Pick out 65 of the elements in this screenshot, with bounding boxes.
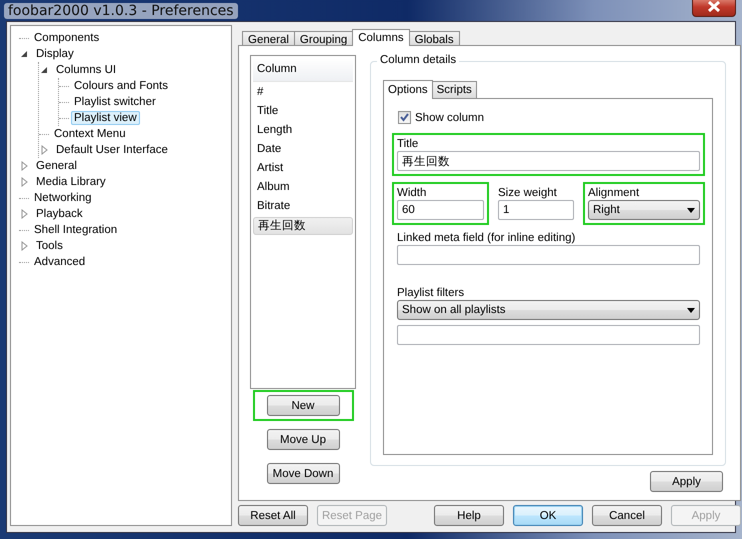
tree-item[interactable]: Context Menu (51, 127, 129, 141)
field-label: Title (397, 138, 420, 150)
expand-arrow-icon[interactable] (19, 161, 29, 171)
list-item[interactable]: 再生回数 (253, 217, 353, 235)
tab[interactable]: Options (383, 80, 433, 99)
tree-item[interactable]: General (33, 159, 80, 173)
group-title: Column details (377, 54, 460, 66)
tree-item[interactable]: Default User Interface (53, 143, 171, 157)
tree-item[interactable]: Networking (31, 191, 95, 205)
tree-item[interactable]: Playback (33, 207, 86, 221)
list-item[interactable]: Artist (253, 160, 353, 177)
checkbox-label: Show column (415, 112, 484, 124)
list-button[interactable]: New (266, 395, 340, 416)
tree-item[interactable]: Display (33, 47, 77, 61)
tree-item[interactable]: Colours and Fonts (71, 79, 171, 93)
apply-button[interactable]: Apply (650, 471, 723, 492)
field-label: Alignment (588, 187, 640, 199)
filter-field[interactable] (397, 325, 700, 345)
tree-item[interactable]: Playlist view (71, 111, 140, 125)
tree-item[interactable]: Advanced (31, 255, 88, 269)
expand-arrow-icon[interactable] (19, 177, 29, 187)
collapse-arrow-icon[interactable] (19, 49, 29, 59)
dialog-button[interactable]: Cancel (592, 505, 662, 526)
list-item[interactable]: # (253, 84, 353, 101)
field-label: Linked meta field (for inline editing) (397, 232, 576, 244)
dialog-button[interactable]: Reset All (238, 505, 308, 526)
list-item[interactable]: Title (253, 103, 353, 120)
list-item[interactable]: Bitrate (253, 198, 353, 215)
tree-item[interactable]: Columns UI (53, 63, 120, 77)
size-weight-field[interactable]: 1 (498, 200, 574, 220)
dropdown-arrow-icon (687, 208, 695, 212)
field-label: Width (397, 187, 428, 199)
tab[interactable]: Grouping (294, 31, 354, 45)
tab[interactable]: Columns (352, 29, 410, 46)
list-item[interactable]: Length (253, 122, 353, 139)
tree-item[interactable]: Media Library (33, 175, 109, 189)
dropdown-arrow-icon (687, 308, 695, 312)
width-field[interactable]: 60 (397, 200, 484, 220)
alignment-dropdown[interactable]: Right (588, 200, 700, 220)
close-button[interactable] (692, 0, 736, 16)
list-item[interactable]: Album (253, 179, 353, 196)
collapse-arrow-icon[interactable] (39, 65, 49, 75)
checkbox[interactable] (398, 111, 411, 124)
tree-item[interactable]: Tools (33, 239, 66, 253)
tree-item[interactable]: Playlist switcher (71, 95, 159, 109)
tab[interactable]: Globals (408, 31, 460, 45)
list-item[interactable]: Date (253, 141, 353, 158)
dialog-button[interactable]: OK (513, 505, 583, 526)
expand-arrow-icon[interactable] (39, 145, 49, 155)
list-button[interactable]: Move Up (266, 429, 340, 450)
playlist-filter-dropdown[interactable]: Show on all playlists (397, 300, 700, 320)
linked-meta-field[interactable] (397, 245, 700, 265)
tab[interactable]: General (242, 31, 295, 45)
window-title: foobar2000 v1.0.3 - Preferences (4, 2, 238, 18)
title-field[interactable]: 再生回数 (397, 151, 700, 171)
field-label: Size weight (498, 187, 558, 199)
expand-arrow-icon[interactable] (19, 209, 29, 219)
list-button[interactable]: Move Down (266, 463, 340, 484)
tab[interactable]: Scripts (432, 81, 477, 98)
expand-arrow-icon[interactable] (19, 241, 29, 251)
close-icon (707, 1, 721, 12)
dialog-button[interactable]: Help (434, 505, 504, 526)
tree-item[interactable]: Shell Integration (31, 223, 120, 237)
field-label: Playlist filters (397, 287, 466, 299)
tree-item[interactable]: Components (31, 31, 102, 45)
